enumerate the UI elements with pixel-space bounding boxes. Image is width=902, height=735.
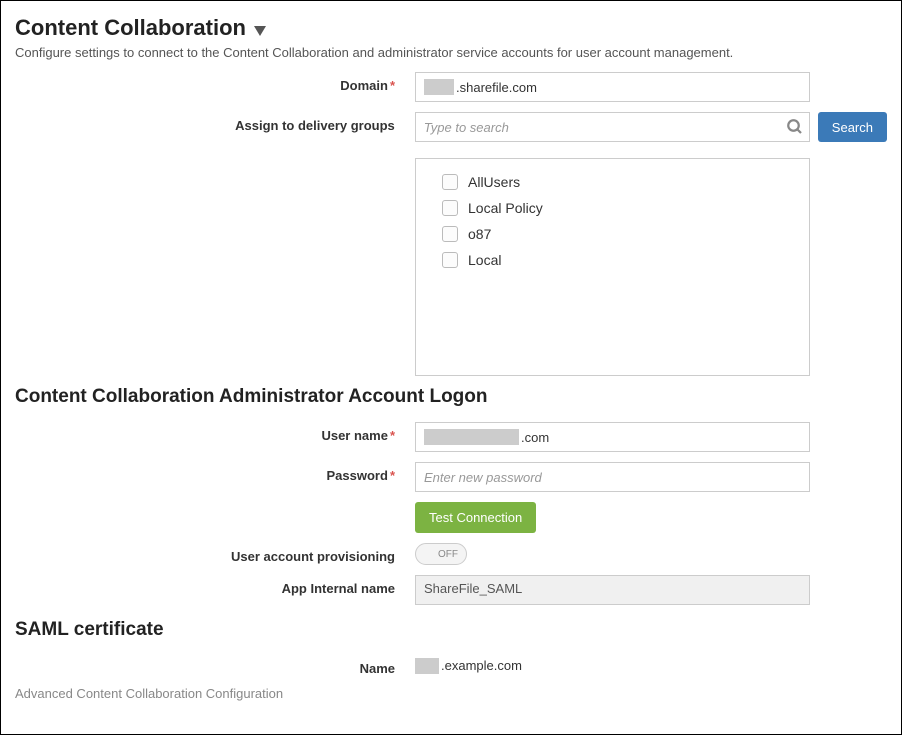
checkbox[interactable] — [442, 226, 458, 242]
username-suffix: .com — [521, 430, 549, 445]
username-label: User name* — [15, 422, 415, 443]
group-search-input[interactable] — [415, 112, 810, 142]
app-internal-label: App Internal name — [15, 575, 415, 596]
list-item[interactable]: o87 — [442, 221, 809, 247]
saml-name-label: Name — [15, 655, 415, 676]
group-label: AllUsers — [468, 174, 520, 190]
footer-link[interactable]: Advanced Content Collaboration Configura… — [15, 686, 887, 701]
domain-suffix: .sharefile.com — [456, 80, 537, 95]
username-input[interactable]: .com — [415, 422, 810, 452]
app-internal-name-field: ShareFile_SAML — [415, 575, 810, 605]
admin-section-title: Content Collaboration Administrator Acco… — [15, 386, 887, 408]
group-label: Local — [468, 252, 501, 268]
search-icon — [786, 118, 804, 136]
group-label: Local Policy — [468, 200, 543, 216]
delivery-groups-list: AllUsers Local Policy o87 Local — [415, 158, 810, 376]
redacted-saml-prefix — [415, 658, 439, 674]
password-label: Password* — [15, 462, 415, 483]
toggle-label: OFF — [438, 549, 458, 560]
checkbox[interactable] — [442, 252, 458, 268]
provisioning-label: User account provisioning — [15, 543, 415, 564]
list-item[interactable]: Local Policy — [442, 195, 809, 221]
redacted-domain-prefix — [424, 79, 454, 95]
domain-label: Domain* — [15, 72, 415, 93]
provisioning-toggle[interactable]: OFF — [415, 543, 467, 565]
checkbox[interactable] — [442, 200, 458, 216]
list-item[interactable]: AllUsers — [442, 169, 809, 195]
page-title: Content Collaboration — [15, 15, 246, 41]
assign-groups-label: Assign to delivery groups — [15, 112, 415, 133]
title-dropdown-icon[interactable] — [254, 26, 266, 36]
domain-input[interactable]: .sharefile.com — [415, 72, 810, 102]
page-subtitle: Configure settings to connect to the Con… — [15, 45, 887, 60]
group-label: o87 — [468, 226, 491, 242]
saml-section-title: SAML certificate — [15, 619, 887, 641]
checkbox[interactable] — [442, 174, 458, 190]
list-item[interactable]: Local — [442, 247, 809, 273]
password-input[interactable] — [415, 462, 810, 492]
saml-name-value: .example.com — [415, 658, 522, 674]
search-button[interactable]: Search — [818, 112, 887, 142]
redacted-username-prefix — [424, 429, 519, 445]
test-connection-button[interactable]: Test Connection — [415, 502, 536, 533]
